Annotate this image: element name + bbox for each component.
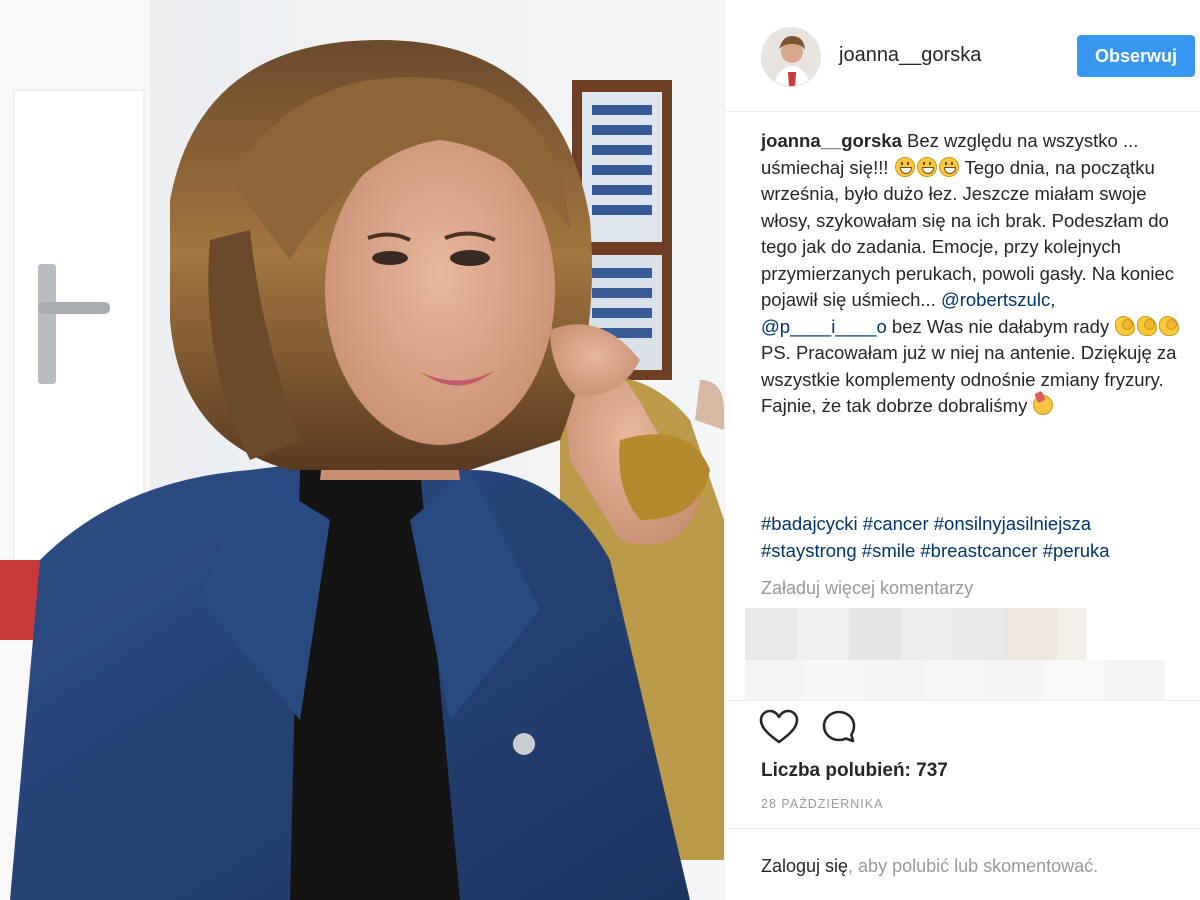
header-username[interactable]: joanna__gorska — [839, 44, 981, 67]
grinning-face-icon — [916, 156, 937, 177]
mention-link[interactable]: @p____i____o — [761, 316, 887, 337]
flexed-biceps-icon — [1115, 315, 1136, 336]
blurred-comment — [745, 660, 1165, 700]
heart-icon[interactable] — [759, 709, 799, 745]
load-more-comments-button[interactable]: Załaduj więcej komentarzy — [761, 578, 973, 599]
party-icon — [1033, 395, 1054, 415]
caption-text-4: PS. Pracowałam już w niej na antenie. Dz… — [761, 342, 1177, 416]
mention-link[interactable]: @robertszulc — [941, 289, 1050, 310]
likes-number: 737 — [916, 760, 948, 781]
likes-count: Liczba polubień: 737 — [761, 760, 948, 782]
grinning-face-icon — [894, 156, 915, 177]
caption-text-3: bez Was nie dałabym rady — [891, 315, 1110, 337]
post-header: joanna__gorska Obserwuj — [725, 0, 1200, 112]
login-prompt: Zaloguj się, aby polubić lub skomentować… — [725, 828, 1200, 900]
post-caption: joanna__gorska Bez względu na wszystko .… — [761, 128, 1181, 420]
follow-button[interactable]: Obserwuj — [1077, 35, 1195, 77]
caption-username[interactable]: joanna__gorska — [761, 130, 902, 151]
comment-icon[interactable] — [821, 709, 857, 745]
flexed-biceps-icon — [1159, 315, 1180, 336]
post-photo — [0, 0, 724, 900]
likes-label: Liczba polubień: — [761, 760, 911, 781]
post-sidebar: joanna__gorska Obserwuj joanna__gorska B… — [724, 0, 1200, 900]
login-prompt-text: Zaloguj się, aby polubić lub skomentować… — [761, 856, 1098, 877]
caption-separator: , — [1050, 289, 1056, 310]
hashtags[interactable]: #badajcycki #cancer #onsilnyjasilniejsza… — [761, 510, 1181, 564]
post-date: 28 PAŹDZIERNIKA — [761, 797, 884, 811]
caption-text-2: Tego dnia, na początku września, było du… — [761, 156, 1175, 311]
post-actions — [725, 700, 1200, 752]
login-prompt-rest: , aby polubić lub skomentować. — [848, 856, 1099, 876]
login-link[interactable]: Zaloguj się — [761, 856, 848, 876]
grinning-face-icon — [938, 156, 959, 177]
blurred-comment — [745, 608, 1087, 660]
avatar[interactable] — [761, 27, 821, 87]
flexed-biceps-icon — [1137, 315, 1158, 336]
